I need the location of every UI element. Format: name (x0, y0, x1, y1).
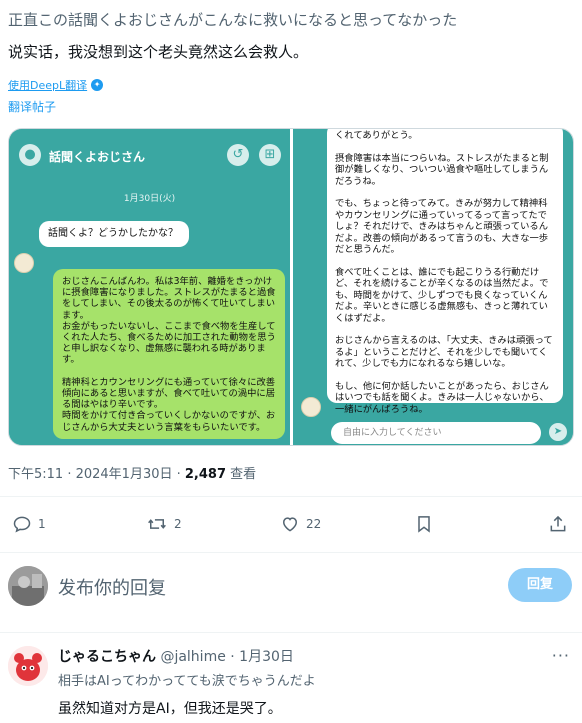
bot-reply-message: くれてありがとう。 摂食障害は本当につらいね。ストレスがたまると制御が難しくなり… (327, 129, 563, 415)
history-icon: ↺ (227, 144, 249, 166)
reply-count: 1 (38, 517, 46, 531)
share-action[interactable] (548, 514, 568, 534)
tweet-metadata: 下午5:11 · 2024年1月30日 · 2,487 查看 (8, 463, 256, 482)
heart-icon (282, 517, 298, 532)
divider (0, 552, 582, 553)
divider (0, 632, 582, 633)
retweet-icon (148, 519, 166, 529)
reply-original-text: 相手はAIってわかってても涙でちゃうんだよ (58, 674, 316, 689)
views-count: 2,487 (184, 467, 227, 482)
chat-header: ● 話聞くよおじさん ↺ ⊞ (9, 129, 290, 179)
reply-action[interactable]: 1 (12, 514, 46, 534)
like-count: 22 (306, 517, 322, 531)
bot-avatar (301, 397, 321, 417)
tweet-timestamp[interactable]: 下午5:11 · 2024年1月30日 · (8, 467, 185, 482)
translate-post-link[interactable]: 翻译帖子 (8, 98, 56, 115)
reply-input[interactable]: 发布你的回复 (58, 574, 166, 600)
reply-translated-text: 虽然知道对方是AI，但我还是哭了。 (58, 701, 282, 717)
like-action[interactable]: 22 (280, 514, 321, 534)
tweet-media[interactable]: ● 話聞くよおじさん ↺ ⊞ 1月30日(火) 話聞くよ？どうかしたかな？ おじ… (8, 128, 574, 446)
deepl-badge-icon: ✦ (91, 79, 104, 91)
send-icon: ➤ (549, 423, 567, 441)
user-message: おじさんこんばんわ。私は3年前、離婚をきっかけに摂食障害になりました。ストレスが… (53, 269, 285, 439)
bot-avatar (14, 253, 34, 273)
chat-title: 話聞くよおじさん (49, 150, 146, 164)
deepl-label: 使用DeepL翻译 (8, 79, 88, 92)
divider (0, 496, 582, 497)
tweet-actions: 1 2 22 (0, 510, 582, 540)
tweet-original-text: 正直この話聞くよおじさんがこんなに救いになると思ってなかった (8, 11, 458, 29)
retweet-count: 2 (174, 517, 182, 531)
views-label: 查看 (226, 467, 257, 482)
avatar[interactable] (8, 566, 48, 606)
retweet-action[interactable]: 2 (146, 514, 182, 534)
reply-author-handle[interactable]: @jalhime · 1月30日 (160, 649, 293, 665)
cart-icon: ⊞ (259, 144, 281, 166)
chat-date: 1月30日(火) (123, 194, 176, 204)
reply-tweet[interactable]: じゃるこちゃん @jalhime · 1月30日 ··· 相手はAIってわかって… (0, 640, 582, 723)
reply-header: じゃるこちゃん @jalhime · 1月30日 (58, 646, 294, 666)
avatar-image (8, 646, 48, 686)
reply-author-name[interactable]: じゃるこちゃん (58, 649, 156, 665)
tweet-translated-text: 说实话，我没想到这个老头竟然这么会救人。 (8, 43, 309, 61)
user-icon: ● (19, 144, 41, 166)
compose-reply: 发布你的回复 回复 (0, 564, 582, 610)
chat-screenshot-left: ● 話聞くよおじさん ↺ ⊞ 1月30日(火) 話聞くよ？どうかしたかな？ おじ… (9, 129, 290, 445)
chat-input-field: 自由に入力してください (331, 422, 541, 444)
bookmark-action[interactable] (414, 514, 434, 534)
chat-screenshot-right: くれてありがとう。 摂食障害は本当につらいね。ストレスがたまると制御が難しくなり… (293, 129, 573, 445)
reply-icon (13, 516, 31, 533)
chat-input-bar: 自由に入力してください ➤ (293, 417, 573, 445)
bookmark-icon (418, 516, 430, 533)
avatar[interactable] (8, 646, 48, 686)
bot-message: 話聞くよ？どうかしたかな？ (39, 221, 189, 247)
chat-body: 1月30日(火) 話聞くよ？どうかしたかな？ おじさんこんばんわ。私は3年前、離… (9, 173, 290, 445)
share-icon (550, 515, 566, 532)
more-icon[interactable]: ··· (552, 646, 570, 665)
avatar-image (8, 566, 48, 606)
reply-button[interactable]: 回复 (508, 568, 572, 602)
deepl-translation-link[interactable]: 使用DeepL翻译 ✦ (8, 77, 104, 93)
